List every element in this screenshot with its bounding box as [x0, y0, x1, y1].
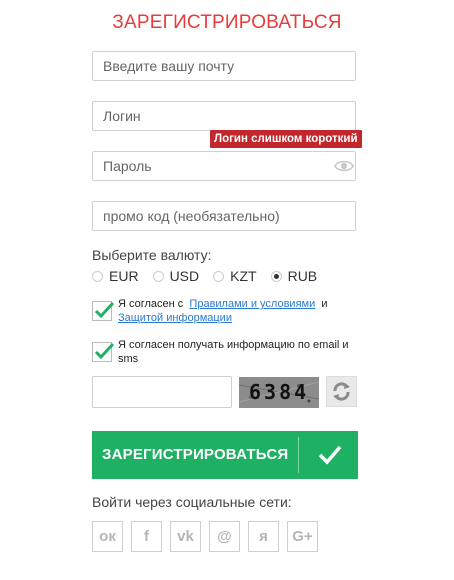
currency-options: EUR USD KZT RUB: [92, 268, 331, 284]
googleplus-icon: G+: [292, 528, 313, 545]
currency-option-kzt[interactable]: KZT: [213, 268, 257, 284]
radio-circle[interactable]: [92, 270, 103, 282]
vkontakte-icon: vk: [177, 528, 194, 545]
radio-circle[interactable]: [152, 270, 164, 282]
newsletter-checkbox[interactable]: [92, 342, 115, 362]
promo-code-field[interactable]: [92, 201, 356, 231]
checkmark-icon: [94, 342, 115, 360]
currency-option-rub[interactable]: RUB: [270, 268, 318, 284]
privacy-link[interactable]: Защитой информации: [118, 312, 232, 324]
login-field[interactable]: [92, 101, 356, 131]
show-password-eye-icon[interactable]: [334, 157, 354, 175]
terms-and: и: [321, 298, 328, 310]
currency-option-label: RUB: [287, 268, 318, 284]
checkmark-icon: [318, 444, 342, 471]
register-button[interactable]: ЗАРЕГИСТРИРОВАТЬСЯ: [92, 431, 358, 479]
vkontakte-button[interactable]: vk: [170, 521, 201, 552]
register-button-divider: [298, 437, 299, 473]
page-title: ЗАРЕГИСТРИРОВАТЬСЯ: [112, 12, 342, 33]
social-login-label: Войти через социальные сети:: [92, 494, 292, 510]
checkmark-icon: [94, 301, 115, 319]
mailru-icon: @: [217, 528, 232, 545]
newsletter-text: Я согласен получать информацию по email …: [118, 339, 349, 365]
radio-circle[interactable]: [213, 270, 225, 282]
currency-option-eur[interactable]: EUR: [92, 268, 139, 284]
captcha-refresh-button[interactable]: [326, 376, 357, 407]
terms-prefix: Я согласен с: [118, 298, 184, 310]
googleplus-button[interactable]: G+: [287, 521, 318, 552]
facebook-icon: f: [144, 528, 149, 545]
password-field[interactable]: [92, 151, 356, 181]
terms-checkbox[interactable]: [92, 301, 115, 321]
login-error-tooltip: Логин слишком короткий: [210, 130, 362, 148]
email-field[interactable]: [92, 51, 356, 81]
currency-label: Выберите валюту:: [92, 247, 212, 263]
facebook-button[interactable]: f: [131, 521, 162, 552]
radio-circle-selected[interactable]: [270, 270, 282, 282]
currency-option-label: EUR: [109, 268, 139, 284]
currency-option-label: KZT: [230, 268, 257, 284]
yandex-icon: я: [259, 528, 268, 545]
odnoklassniki-button[interactable]: ок: [92, 521, 123, 552]
terms-text: Я согласен с Правилами и условиями и Защ…: [118, 297, 328, 325]
currency-option-usd[interactable]: USD: [152, 268, 200, 284]
captcha-code: 6384: [249, 380, 310, 404]
rules-link[interactable]: Правилами и условиями: [189, 298, 315, 310]
refresh-icon: [333, 382, 350, 401]
mailru-button[interactable]: @: [209, 521, 240, 552]
odnoklassniki-icon: ок: [99, 528, 116, 545]
currency-option-label: USD: [169, 268, 200, 284]
register-button-label: ЗАРЕГИСТРИРОВАТЬСЯ: [102, 446, 289, 463]
captcha-image: 6384: [239, 377, 319, 408]
captcha-input[interactable]: [92, 376, 232, 408]
yandex-button[interactable]: я: [248, 521, 279, 552]
